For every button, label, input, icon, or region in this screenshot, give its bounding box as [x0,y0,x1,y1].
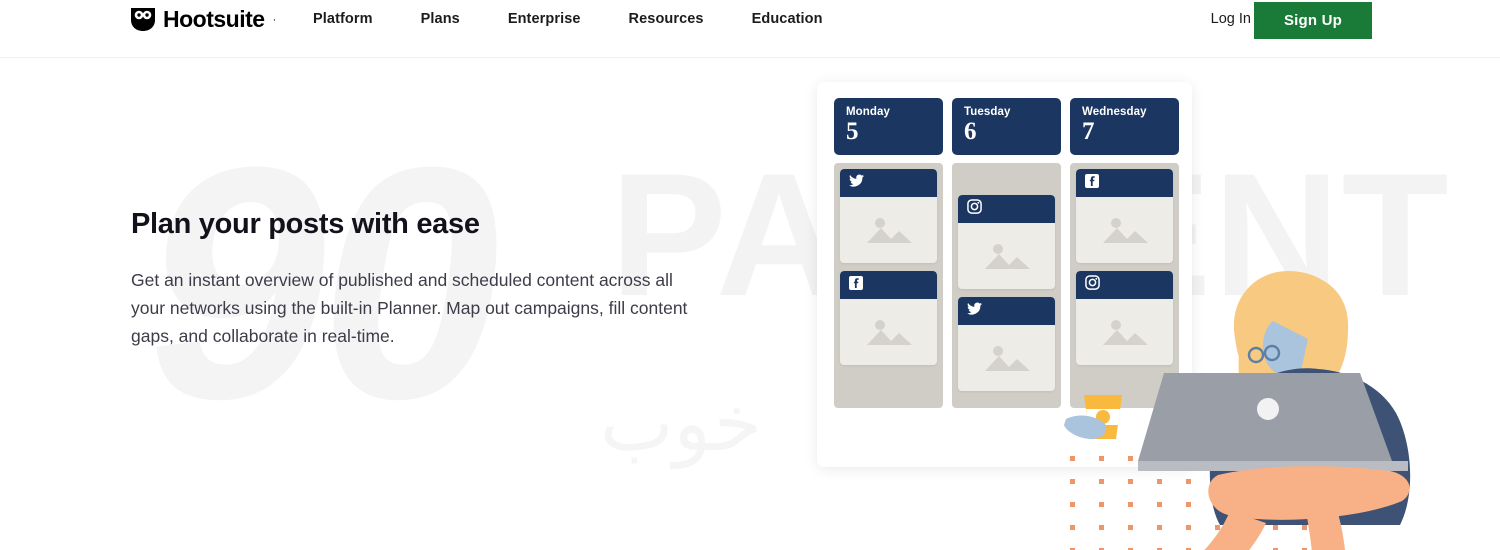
watermark-arabic: خوب [600,379,762,467]
post-network-header [840,271,937,299]
post-card[interactable] [958,297,1055,391]
registered-mark: · [272,13,277,26]
day-posts-tuesday [952,163,1061,408]
facebook-icon [1085,173,1099,193]
day-header-monday: Monday 5 [834,98,943,155]
planner-column-tuesday: Tuesday 6 [952,98,1061,408]
facebook-icon [849,275,863,295]
post-image-placeholder [840,299,937,365]
post-image-placeholder [958,325,1055,391]
login-link[interactable]: Log In [1211,11,1251,27]
post-card[interactable] [840,271,937,365]
twitter-icon [849,174,864,192]
page-root: Hootsuite · Platform Plans Enterprise Re… [0,0,1500,550]
post-card[interactable] [958,195,1055,289]
post-image-placeholder [840,197,937,263]
column-spacer [958,169,1055,195]
post-network-header [958,297,1055,325]
post-network-header [1076,169,1173,197]
nav-item-platform[interactable]: Platform [313,11,373,27]
day-number: 6 [964,118,977,145]
nav-item-enterprise[interactable]: Enterprise [508,11,581,27]
page-title: Plan your posts with ease [131,208,480,240]
day-header-tuesday: Tuesday 6 [952,98,1061,155]
nav-item-resources[interactable]: Resources [629,11,704,27]
post-image-placeholder [958,223,1055,289]
post-card[interactable] [840,169,937,263]
nav-item-plans[interactable]: Plans [421,11,460,27]
post-network-header [840,169,937,197]
day-name: Wednesday [1082,106,1147,118]
day-posts-monday [834,163,943,408]
twitter-icon [967,302,982,320]
day-name: Monday [846,106,891,118]
day-number: 7 [1082,118,1095,145]
nav-item-education[interactable]: Education [752,11,823,27]
post-network-header [958,195,1055,223]
instagram-icon [967,199,982,219]
day-number: 5 [846,118,859,145]
day-header-wednesday: Wednesday 7 [1070,98,1179,155]
planner-column-monday: Monday 5 [834,98,943,408]
hootsuite-logo[interactable]: Hootsuite · [130,7,276,32]
day-name: Tuesday [964,106,1011,118]
hero-description: Get an instant overview of published and… [131,270,688,346]
woman-with-laptop-illustration [1064,271,1411,550]
hero-section: 90 PAYMENT خوب Plan your posts with ease… [0,58,1500,550]
owl-icon [130,7,156,32]
site-header: Hootsuite · Platform Plans Enterprise Re… [0,0,1500,58]
main-navigation: Platform Plans Enterprise Resources Educ… [313,11,823,27]
signup-button[interactable]: Sign Up [1254,2,1372,39]
logo-text: Hootsuite [163,6,265,32]
